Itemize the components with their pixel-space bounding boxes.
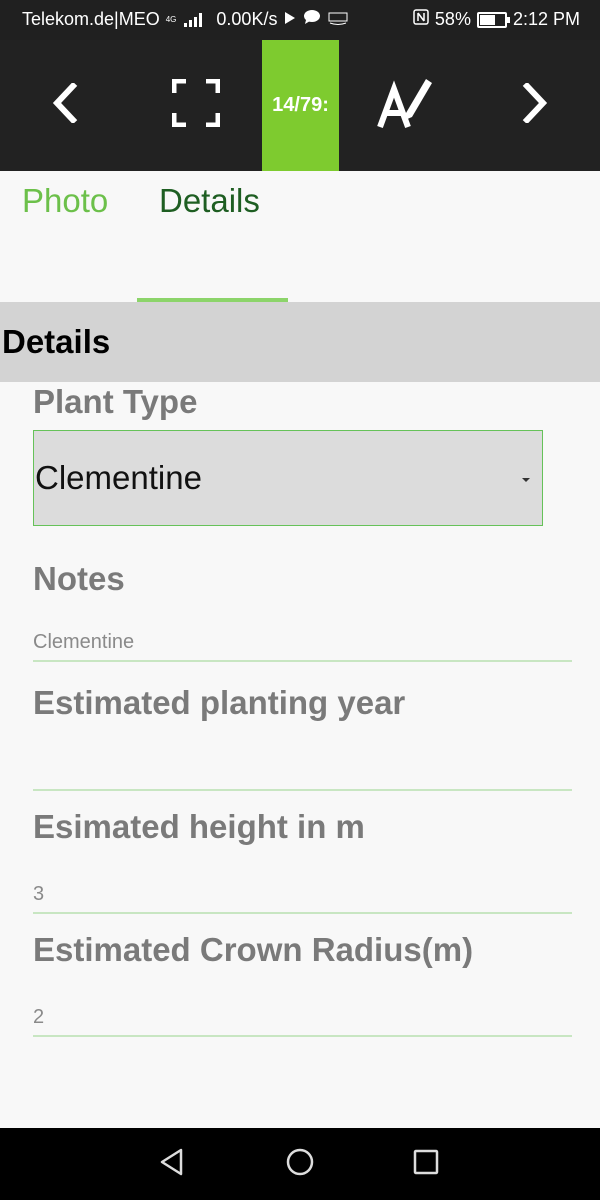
plant-type-selected-value: Clementine: [35, 459, 202, 496]
status-bar: Telekom.de|MEO 4G 0.00K/s 58% 2:12 PM: [0, 0, 600, 40]
crown-radius-input[interactable]: 2: [33, 997, 572, 1037]
plant-type-select[interactable]: Clementine: [33, 430, 543, 526]
fullscreen-button[interactable]: [150, 40, 242, 171]
status-left: Telekom.de|MEO 4G 0.00K/s: [22, 9, 349, 30]
notes-input[interactable]: Clementine: [33, 622, 572, 662]
signal-icon: [184, 12, 203, 27]
status-right: 58% 2:12 PM: [413, 9, 580, 30]
edit-text-button[interactable]: [360, 40, 450, 171]
top-toolbar: 14/79:: [0, 40, 600, 171]
edit-text-icon: [376, 75, 434, 136]
system-nav-bar: [0, 1128, 600, 1200]
network-type-icon: 4G: [165, 14, 177, 24]
square-recents-icon: [413, 1149, 439, 1180]
section-header: Details: [0, 302, 600, 382]
fullscreen-icon: [171, 78, 221, 132]
height-label: Esimated height in m: [33, 808, 365, 845]
height-input[interactable]: 3: [33, 874, 572, 914]
crown-radius-label: Estimated Crown Radius(m): [33, 931, 474, 968]
battery-icon: [476, 11, 510, 28]
planting-year-input[interactable]: [33, 751, 572, 791]
chevron-left-icon: [51, 81, 79, 128]
tab-photo[interactable]: Photo: [22, 181, 108, 221]
message-icon: [303, 9, 321, 30]
next-button[interactable]: [490, 40, 580, 171]
network-speed: 0.00K/s: [216, 9, 278, 29]
photo-counter: 14/79:: [262, 40, 339, 171]
previous-button[interactable]: [20, 40, 110, 171]
battery-percent: 58%: [434, 9, 471, 29]
nav-back-button[interactable]: [132, 1128, 212, 1200]
tab-bar: Photo Details: [0, 171, 600, 302]
triangle-back-icon: [159, 1148, 185, 1181]
notes-label: Notes: [33, 560, 125, 597]
carrier-label: Telekom.de|MEO: [22, 9, 160, 29]
nfc-icon: [413, 9, 429, 30]
play-store-icon: [283, 9, 297, 30]
nav-recents-button[interactable]: [386, 1128, 466, 1200]
planting-year-label: Estimated planting year: [33, 684, 406, 721]
amazon-icon: [327, 9, 349, 30]
circle-home-icon: [286, 1148, 314, 1181]
clock: 2:12 PM: [512, 9, 580, 29]
plant-type-label: Plant Type: [33, 383, 198, 420]
dropdown-arrow-icon: [522, 478, 530, 482]
nav-home-button[interactable]: [260, 1128, 340, 1200]
tab-details[interactable]: Details: [159, 181, 260, 221]
chevron-right-icon: [521, 81, 549, 128]
